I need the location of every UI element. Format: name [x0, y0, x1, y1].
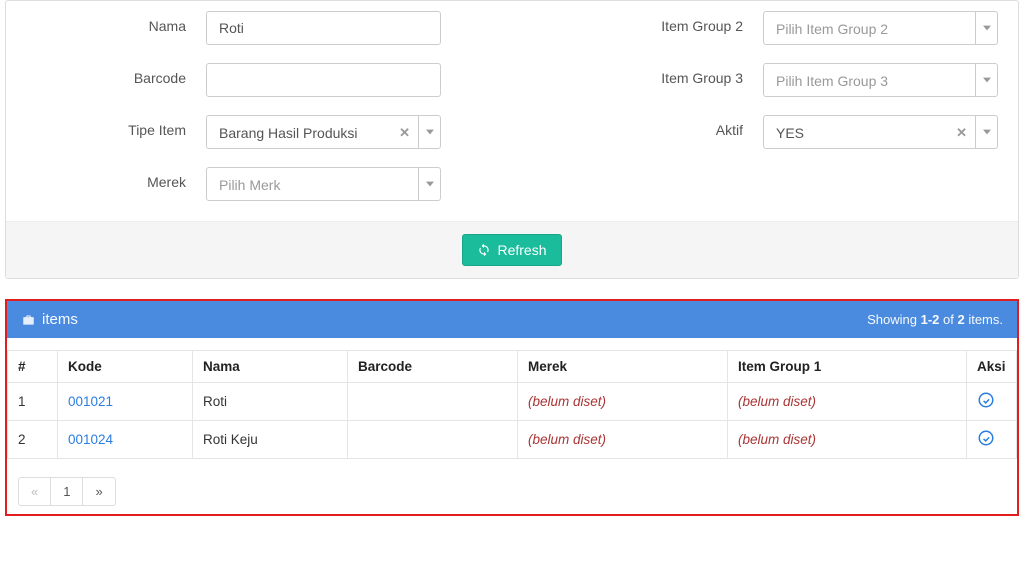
cell-group1: (belum diset)	[738, 394, 816, 409]
table-row: 2 001024 Roti Keju (belum diset) (belum …	[8, 421, 1017, 459]
chevron-down-icon[interactable]	[418, 168, 440, 200]
clear-icon[interactable]: ✕	[399, 125, 410, 141]
cell-barcode	[348, 421, 518, 459]
refresh-icon	[477, 243, 491, 257]
col-nama: Nama	[193, 351, 348, 383]
col-barcode: Barcode	[348, 351, 518, 383]
merek-select[interactable]: Pilih Merk	[206, 167, 441, 201]
clear-icon[interactable]: ✕	[956, 125, 967, 141]
cell-barcode	[348, 383, 518, 421]
table-row: 1 001021 Roti (belum diset) (belum diset…	[8, 383, 1017, 421]
check-circle-icon	[977, 429, 995, 447]
search-form: Nama Item Group 2 Pilih Item Group 2 Bar…	[5, 0, 1019, 279]
chevron-down-icon[interactable]	[975, 116, 997, 148]
nama-label: Nama	[26, 11, 186, 45]
kode-link[interactable]: 001021	[68, 394, 113, 409]
cell-group1: (belum diset)	[738, 432, 816, 447]
merek-label: Merek	[26, 167, 186, 201]
items-header: items Showing 1-2 of 2 items.	[7, 301, 1017, 338]
tipe-item-select[interactable]: Barang Hasil Produksi ✕	[206, 115, 441, 149]
col-merek: Merek	[518, 351, 728, 383]
barcode-label: Barcode	[26, 63, 186, 97]
col-group1: Item Group 1	[728, 351, 967, 383]
item-group-2-label: Item Group 2	[613, 11, 743, 45]
cell-merek: (belum diset)	[528, 394, 606, 409]
refresh-button[interactable]: Refresh	[462, 234, 561, 266]
cell-merek: (belum diset)	[528, 432, 606, 447]
select-action-button[interactable]	[977, 397, 995, 412]
item-group-3-label: Item Group 3	[613, 63, 743, 97]
cell-num: 2	[8, 421, 58, 459]
col-kode: Kode	[58, 351, 193, 383]
chevron-down-icon[interactable]	[418, 116, 440, 148]
item-group-2-select[interactable]: Pilih Item Group 2	[763, 11, 998, 45]
tipe-item-value: Barang Hasil Produksi	[219, 125, 358, 141]
items-table: # Kode Nama Barcode Merek Item Group 1 A…	[7, 350, 1017, 459]
chevron-down-icon[interactable]	[975, 64, 997, 96]
col-aksi: Aksi	[967, 351, 1017, 383]
aktif-select[interactable]: YES ✕	[763, 115, 998, 149]
tipe-item-label: Tipe Item	[26, 115, 186, 149]
merek-placeholder: Pilih Merk	[219, 177, 280, 193]
chevron-down-icon[interactable]	[975, 12, 997, 44]
cell-nama: Roti	[193, 383, 348, 421]
col-num: #	[8, 351, 58, 383]
kode-link[interactable]: 001024	[68, 432, 113, 447]
select-action-button[interactable]	[977, 435, 995, 450]
page-next[interactable]: »	[82, 477, 115, 506]
cell-nama: Roti Keju	[193, 421, 348, 459]
cell-num: 1	[8, 383, 58, 421]
check-circle-icon	[977, 391, 995, 409]
page-current[interactable]: 1	[50, 477, 83, 506]
briefcase-icon	[21, 313, 36, 327]
items-panel: items Showing 1-2 of 2 items. # Kode Nam…	[5, 299, 1019, 516]
item-group-3-placeholder: Pilih Item Group 3	[776, 73, 888, 89]
pagination: « 1 »	[19, 477, 116, 506]
items-title: items	[42, 311, 78, 328]
nama-input[interactable]	[206, 11, 441, 45]
item-group-2-placeholder: Pilih Item Group 2	[776, 21, 888, 37]
aktif-label: Aktif	[613, 115, 743, 149]
table-header-row: # Kode Nama Barcode Merek Item Group 1 A…	[8, 351, 1017, 383]
refresh-label: Refresh	[497, 242, 546, 258]
aktif-value: YES	[776, 125, 804, 141]
items-summary: Showing 1-2 of 2 items.	[867, 312, 1003, 327]
item-group-3-select[interactable]: Pilih Item Group 3	[763, 63, 998, 97]
barcode-input[interactable]	[206, 63, 441, 97]
refresh-bar: Refresh	[6, 221, 1018, 278]
page-prev[interactable]: «	[18, 477, 51, 506]
